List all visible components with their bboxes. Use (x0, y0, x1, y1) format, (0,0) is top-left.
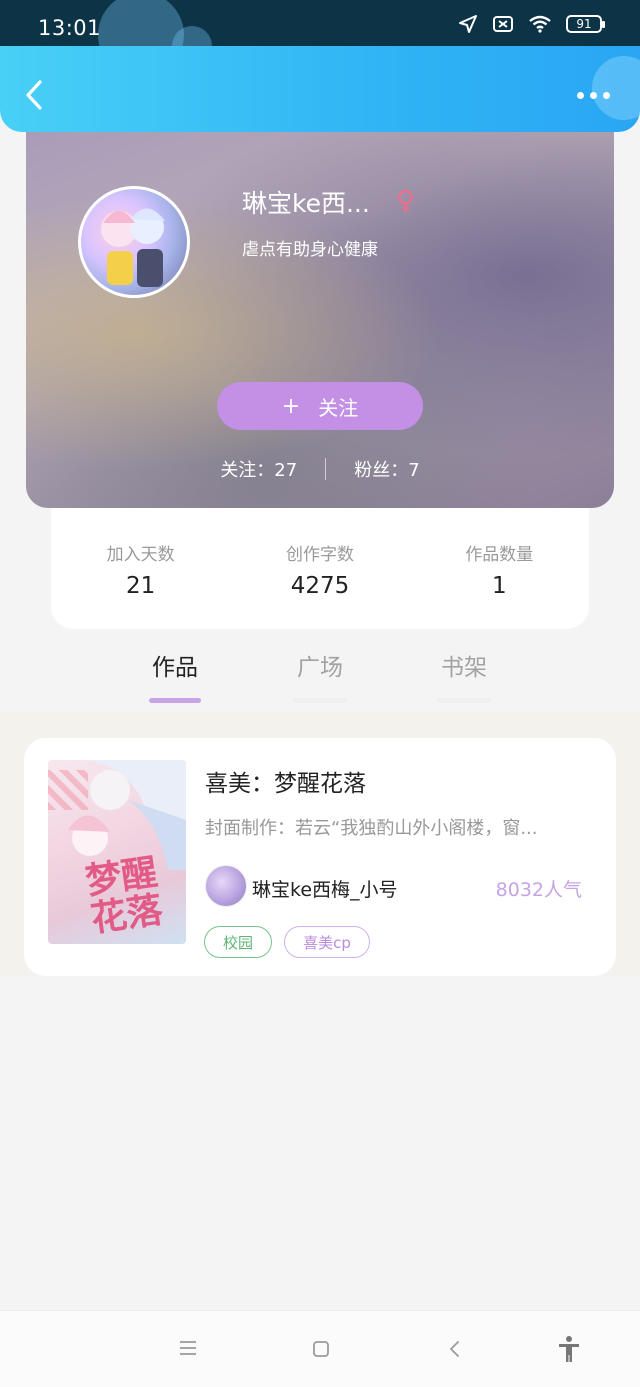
system-navigation-bar (0, 1310, 640, 1387)
status-icons: 91 (458, 14, 605, 34)
stat-work-count: 作品数量 1 (410, 500, 589, 629)
tag-campus[interactable]: 校园 (204, 926, 272, 958)
top-header (0, 46, 640, 132)
popularity-count: 8032人气 (495, 879, 582, 901)
stat-label: 作品数量 (465, 545, 534, 565)
tab-indicator (294, 698, 346, 703)
stat-value: 4275 (290, 573, 350, 599)
plus-icon: + (281, 393, 301, 419)
location-icon (459, 15, 477, 33)
stat-join-days: 加入天数 21 (51, 500, 230, 629)
wifi-icon (529, 15, 551, 33)
follow-button[interactable]: + 关注 (217, 382, 423, 430)
stat-value: 1 (492, 573, 507, 599)
home-square-icon[interactable] (311, 1339, 331, 1359)
nav-back-icon[interactable] (446, 1339, 462, 1359)
accessibility-icon[interactable] (556, 1335, 582, 1363)
work-description: 封面制作：若云“我独酌山外小阁楼，窗... (205, 818, 538, 839)
profile-avatar[interactable] (78, 186, 190, 298)
stats-card: 加入天数 21 创作字数 4275 作品数量 1 (51, 500, 589, 629)
author-avatar[interactable] (205, 865, 247, 907)
work-card[interactable]: 梦醒花落 喜美：梦醒花落 封面制作：若云“我独酌山外小阁楼，窗... 琳宝ke西… (24, 738, 616, 976)
female-gender-icon: ♀ (396, 186, 416, 216)
stat-label: 创作字数 (285, 545, 354, 565)
tab-label: 作品 (152, 655, 198, 681)
battery-level: 91 (576, 17, 592, 31)
following-count[interactable]: 关注：27 (220, 456, 297, 482)
tab-works[interactable]: 作品 (135, 648, 215, 703)
stat-label: 加入天数 (106, 545, 175, 565)
profile-tabs: 作品 广场 书架 (0, 640, 640, 712)
no-sim-icon (493, 16, 513, 32)
status-time: 13:01 (38, 16, 102, 40)
tab-indicator (149, 698, 201, 703)
more-options-button[interactable] (577, 92, 610, 99)
cover-title: 梦醒花落 (82, 851, 166, 941)
profile-nickname: 琳宝ke西... (242, 189, 370, 218)
menu-icon[interactable] (178, 1339, 198, 1357)
work-cover[interactable]: 梦醒花落 (48, 760, 186, 944)
tab-label: 书架 (441, 655, 487, 681)
follow-button-label: 关注 (318, 395, 359, 420)
counts-divider (325, 458, 327, 480)
stat-word-count: 创作字数 4275 (230, 500, 409, 629)
battery-icon: 91 (566, 15, 605, 33)
back-button[interactable] (22, 78, 50, 112)
tab-bookshelf[interactable]: 书架 (424, 648, 504, 703)
tag-cp[interactable]: 喜美cp (284, 926, 370, 958)
author-name[interactable]: 琳宝ke西梅_小号 (252, 875, 398, 902)
followers-count[interactable]: 粉丝：7 (354, 456, 419, 482)
work-title[interactable]: 喜美：梦醒花落 (205, 764, 366, 798)
follow-counts: 关注：27 粉丝：7 (26, 456, 614, 482)
tab-indicator (438, 698, 490, 703)
status-bar: 13:01 91 (0, 0, 640, 78)
profile-card: 琳宝ke西... ♀ 虐点有助身心健康 + 关注 关注：27 粉丝：7 (26, 120, 614, 508)
stat-value: 21 (126, 573, 156, 599)
tab-plaza[interactable]: 广场 (280, 648, 360, 703)
tab-label: 广场 (297, 655, 343, 681)
decorative-bubble (592, 56, 640, 120)
avatar-art (101, 208, 165, 287)
profile-signature: 虐点有助身心健康 (242, 240, 378, 260)
